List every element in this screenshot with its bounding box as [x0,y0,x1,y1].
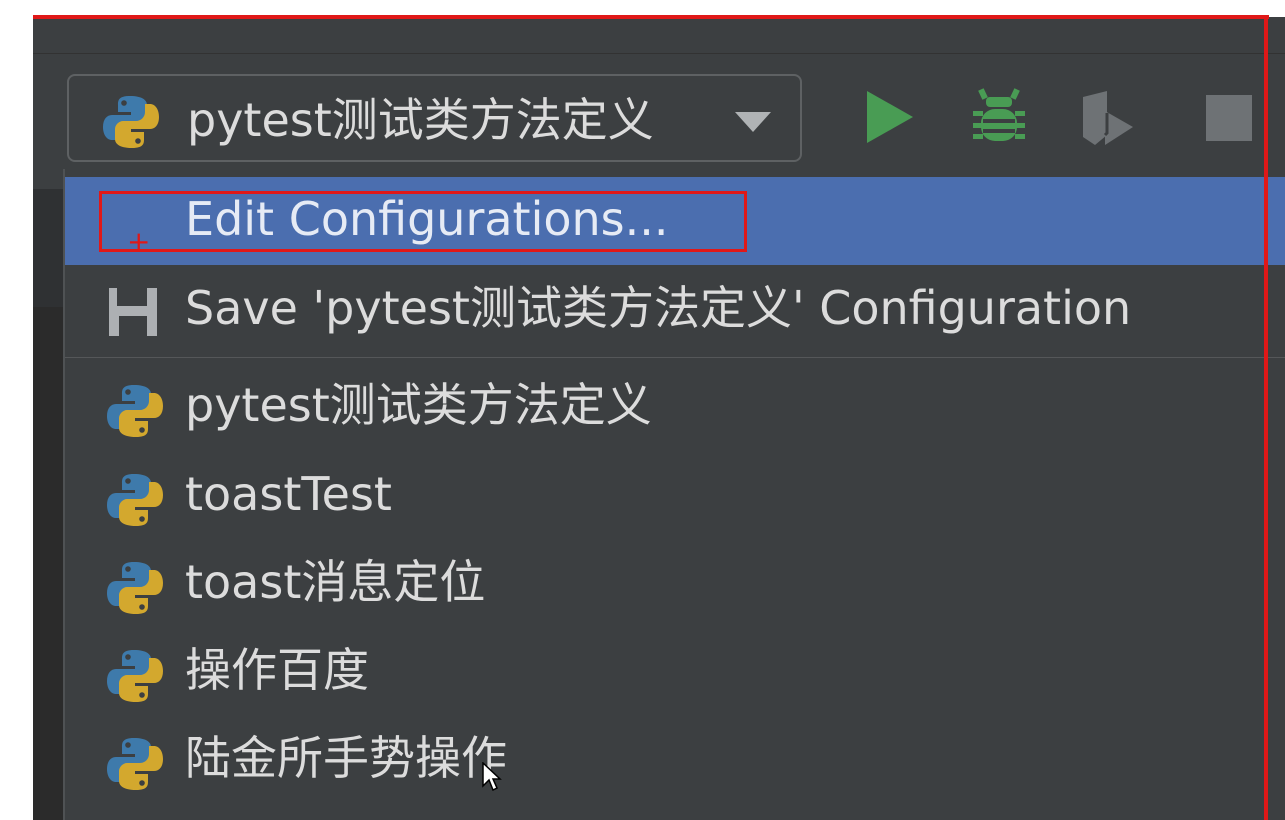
annotation-frame-right [1264,15,1268,820]
stop-icon[interactable] [1198,87,1258,147]
coverage-icon[interactable] [1077,87,1137,147]
menu-item-label: 陆金所手势操作 [185,731,507,785]
menu-item-save-configuration[interactable]: Save 'pytest测试类方法定义' Configuration [65,266,1285,354]
menu-item-configuration[interactable]: toast消息定位 [65,540,1285,628]
python-icon [105,558,165,618]
python-icon [105,734,165,794]
play-icon[interactable] [859,87,919,147]
annotation-highlight-box [99,191,747,252]
menu-item-label: toastTest [185,467,392,521]
menu-item-configuration[interactable]: 陆金所手势操作 [65,716,1285,804]
save-icon [109,288,157,336]
bug-icon[interactable] [969,87,1029,147]
title-strip [33,17,1285,54]
python-icon [105,381,165,441]
chevron-down-icon [735,112,771,132]
annotation-frame-top [33,15,1269,19]
menu-item-configuration[interactable]: 操作百度 [65,628,1285,716]
menu-item-configuration[interactable]: pytest测试类方法定义 [65,363,1285,451]
run-configuration-selector[interactable]: pytest测试类方法定义 [67,74,802,162]
python-icon [105,646,165,706]
ide-window: pytest测试类方法定义 Edit Configurations... Sav… [33,17,1285,820]
python-icon [105,470,165,530]
menu-item-label: 操作百度 [185,643,369,697]
plus-icon: + [127,225,151,258]
menu-item-label: pytest测试类方法定义 [185,378,652,432]
run-configuration-label: pytest测试类方法定义 [187,93,654,147]
run-configuration-dropdown: Edit Configurations... Save 'pytest测试类方法… [63,169,1285,820]
mouse-cursor-icon [482,762,502,792]
menu-item-label: toast消息定位 [185,555,486,609]
menu-separator [65,357,1285,358]
python-icon [101,92,161,152]
menu-item-label: Save 'pytest测试类方法定义' Configuration [185,281,1132,335]
menu-item-configuration[interactable]: toastTest [65,452,1285,540]
